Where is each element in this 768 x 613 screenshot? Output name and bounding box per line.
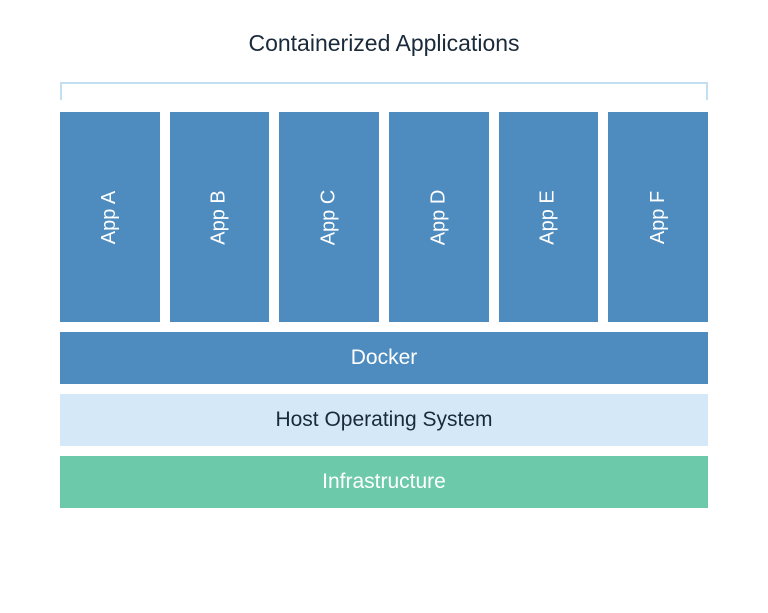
app-label: App C <box>318 189 341 245</box>
infrastructure-layer: Infrastructure <box>60 456 708 508</box>
apps-row: App A App B App C App D App E App F <box>60 112 708 322</box>
app-label: App B <box>208 190 231 244</box>
apps-bracket <box>60 82 708 100</box>
app-label: App A <box>98 190 121 243</box>
app-box-b: App B <box>170 112 270 322</box>
host-os-layer: Host Operating System <box>60 394 708 446</box>
app-box-a: App A <box>60 112 160 322</box>
app-box-f: App F <box>608 112 708 322</box>
app-box-c: App C <box>279 112 379 322</box>
app-label: App F <box>647 190 670 243</box>
docker-layer: Docker <box>60 332 708 384</box>
app-label: App D <box>427 189 450 245</box>
app-label: App E <box>537 190 560 244</box>
diagram-title: Containerized Applications <box>60 30 708 57</box>
app-box-e: App E <box>499 112 599 322</box>
app-box-d: App D <box>389 112 489 322</box>
